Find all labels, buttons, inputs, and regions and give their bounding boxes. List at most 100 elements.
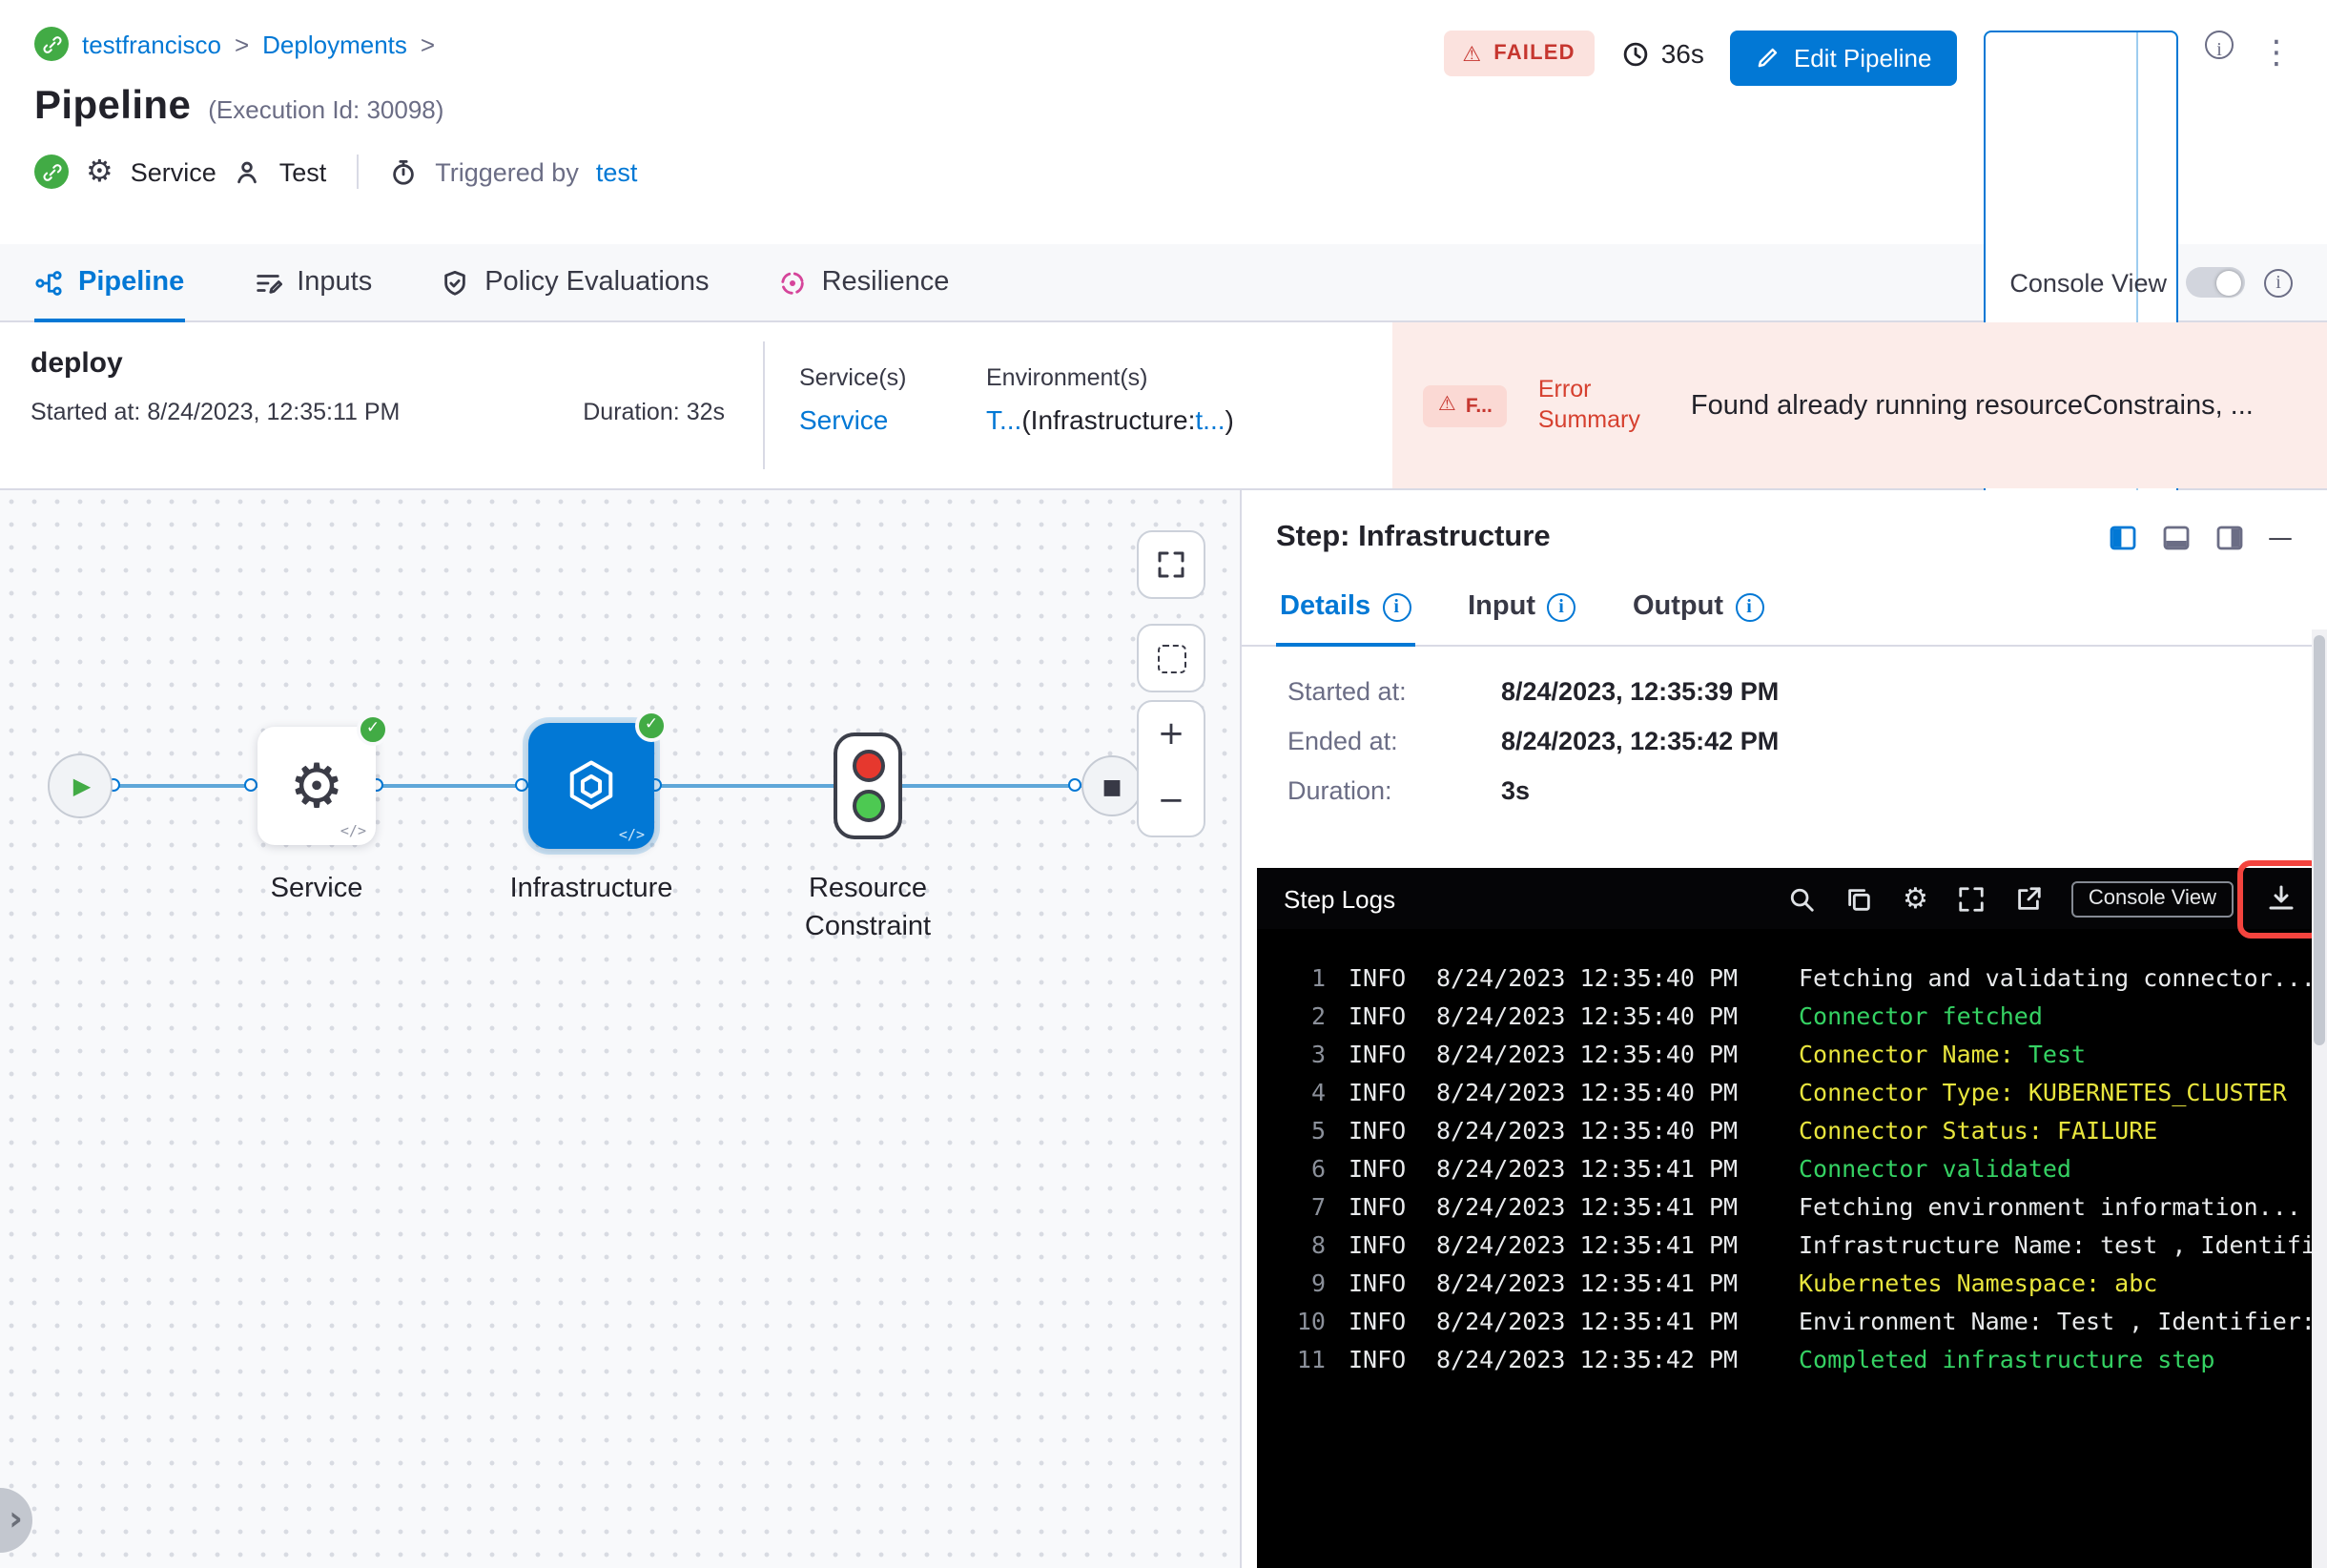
meta-divider: [357, 155, 360, 189]
started-at-value: 8/24/2023, 12:35:11 PM: [147, 399, 401, 425]
layout-right-split-icon[interactable]: [2214, 523, 2245, 553]
header-info-icon[interactable]: [2205, 31, 2234, 59]
panel-scrollbar[interactable]: [2312, 629, 2327, 1568]
tab-policy-evaluations-label: Policy Evaluations: [484, 267, 710, 298]
traffic-light-green: [852, 790, 884, 822]
graph-edge: [656, 784, 835, 788]
pipeline-end-node[interactable]: [1081, 755, 1143, 816]
service-gear-icon: [289, 755, 343, 816]
execution-id: (Execution Id: 30098): [208, 95, 444, 124]
edit-pipeline-button[interactable]: Edit Pipeline: [1730, 31, 1957, 86]
view-tabbar: Pipeline Inputs Policy Evaluations Resil…: [0, 244, 2327, 322]
log-line: 6 INFO 8/24/2023 12:35:41 PM Connector vali…: [1284, 1150, 2327, 1188]
log-message: Connector Type: KUBERNETES_CLUSTER: [1799, 1078, 2287, 1106]
layout-left-split-icon[interactable]: [2108, 523, 2138, 553]
triggered-by-link[interactable]: test: [596, 157, 638, 186]
panel-scrollbar-thumb[interactable]: [2314, 635, 2325, 1045]
log-line: 9 INFO 8/24/2023 12:35:41 PM Kubernetes Nam…: [1284, 1265, 2327, 1303]
connector-dot: [515, 778, 528, 792]
log-message: Infrastructure Name: test , Identifier:: [1799, 1230, 2327, 1259]
zoom-out-button[interactable]: [1139, 769, 1204, 836]
detail-duration-label: Duration:: [1287, 776, 1392, 805]
environment-name-truncated[interactable]: T...: [986, 404, 1021, 435]
log-message: Kubernetes Namespace: abc: [1799, 1269, 2158, 1297]
node-service[interactable]: </>: [257, 713, 389, 845]
infrastructure-hexagon-icon: [569, 760, 613, 810]
log-line: 7 INFO 8/24/2023 12:35:41 PM Fetching envir…: [1284, 1188, 2327, 1227]
tab-details[interactable]: Details: [1276, 574, 1414, 647]
logs-console-view-button[interactable]: Console View: [2070, 880, 2234, 917]
more-options-kebab-icon[interactable]: [2260, 31, 2293, 71]
code-marker: </>: [340, 822, 366, 839]
node-resource-constraint[interactable]: [834, 732, 902, 839]
tab-input-label: Input: [1468, 591, 1535, 622]
log-line: 10 INFO 8/24/2023 12:35:41 PM Environment N…: [1284, 1303, 2327, 1341]
layout-bottom-split-icon[interactable]: [2161, 523, 2192, 553]
panel-layout-controls: [2108, 523, 2293, 553]
services-label: Service(s): [799, 364, 907, 391]
zoom-in-button[interactable]: [1139, 702, 1204, 769]
title-row: Pipeline (Execution Id: 30098): [34, 84, 637, 130]
pipeline-start-node[interactable]: [48, 753, 113, 818]
breadcrumb-deployments[interactable]: Deployments: [262, 30, 407, 58]
breadcrumb-project[interactable]: testfrancisco: [82, 30, 221, 58]
duration-label: Duration:: [583, 399, 680, 425]
error-summary-strip: F... Error Summary Found already running…: [1392, 322, 2327, 488]
services-value-link[interactable]: Service: [799, 404, 967, 435]
minimize-panel-icon[interactable]: [2268, 526, 2293, 550]
logs-download-button[interactable]: [2237, 860, 2323, 939]
log-message: Connector Name: Test: [1799, 1040, 2087, 1068]
input-info-icon[interactable]: [1547, 592, 1575, 621]
infrastructure-prefix: (Infrastructure:: [1021, 404, 1196, 435]
log-line: 8 INFO 8/24/2023 12:35:41 PM Infrastructure…: [1284, 1227, 2327, 1265]
previous-stage-chevron[interactable]: [0, 1488, 32, 1553]
console-view-info-icon[interactable]: [2264, 268, 2293, 297]
node-infrastructure[interactable]: </>: [528, 710, 668, 849]
console-view-toggle[interactable]: [2186, 267, 2245, 298]
clock-icon: [1621, 39, 1650, 68]
step-logs-lines[interactable]: 1 INFO 8/24/2023 12:35:40 PM Fetching and v…: [1257, 929, 2327, 1568]
logs-search-icon[interactable]: [1788, 884, 1817, 913]
detail-started-value: 8/24/2023, 12:35:39 PM: [1501, 677, 1780, 706]
environments-block: Environment(s) T...(Infrastructure:t...): [967, 322, 1392, 488]
log-message: Fetching and validating connector...: [1799, 963, 2316, 992]
details-info-icon[interactable]: [1382, 592, 1411, 621]
success-check-badge: [635, 710, 668, 742]
logs-copy-icon[interactable]: [1845, 884, 1874, 913]
pipeline-icon: [35, 270, 62, 295]
edit-pipeline-label: Edit Pipeline: [1793, 44, 1932, 72]
tab-policy-evaluations[interactable]: Policy Evaluations: [441, 244, 710, 320]
logs-open-external-icon[interactable]: [2014, 884, 2043, 913]
test-user-icon: [234, 157, 262, 186]
tab-output[interactable]: Output: [1629, 574, 1767, 645]
warning-icon: [1462, 43, 1482, 64]
step-details-panel: Step: Infrastructure Details Input: [1240, 490, 2327, 1568]
logs-fullscreen-icon[interactable]: [1957, 884, 1986, 913]
node-label-resource-constraint: Resource Constraint: [804, 874, 932, 942]
tab-pipeline[interactable]: Pipeline: [34, 244, 184, 322]
detail-duration-value: 3s: [1501, 776, 1531, 805]
expand-corners-icon: [1158, 551, 1184, 578]
success-check-badge: [357, 713, 389, 746]
canvas-fit-view-button[interactable]: [1137, 530, 1205, 599]
detail-ended-label: Ended at:: [1287, 727, 1398, 755]
tab-details-label: Details: [1280, 591, 1371, 622]
output-info-icon[interactable]: [1735, 592, 1764, 621]
error-summary-text: Found already running resourceConstrains…: [1690, 390, 2254, 421]
pipeline-graph-canvas[interactable]: </> </> Service Infrastructure Resource …: [0, 490, 1240, 1568]
tab-inputs[interactable]: Inputs: [253, 244, 372, 320]
infrastructure-name-truncated[interactable]: t...: [1195, 404, 1225, 435]
canvas-multi-select-button[interactable]: [1137, 624, 1205, 692]
tab-input[interactable]: Input: [1464, 574, 1579, 645]
tab-resilience[interactable]: Resilience: [778, 244, 949, 320]
connector-dot: [244, 778, 257, 792]
log-line: 2 INFO 8/24/2023 12:35:40 PM Connector fetc…: [1284, 998, 2327, 1036]
log-line: 3 INFO 8/24/2023 12:35:40 PM Connector Name…: [1284, 1036, 2327, 1074]
stopwatch-icon: [389, 157, 418, 186]
stage-summary-bar: deploy Started at: 8/24/2023, 12:35:11 P…: [0, 322, 2327, 490]
logs-settings-gear-icon[interactable]: [1903, 884, 1928, 913]
detail-ended-value: 8/24/2023, 12:35:42 PM: [1501, 727, 1780, 755]
error-summary-label: Error Summary: [1537, 375, 1640, 432]
step-panel-tabs: Details Input Output: [1242, 574, 2327, 647]
environments-value[interactable]: T...(Infrastructure:t...): [986, 404, 1392, 435]
